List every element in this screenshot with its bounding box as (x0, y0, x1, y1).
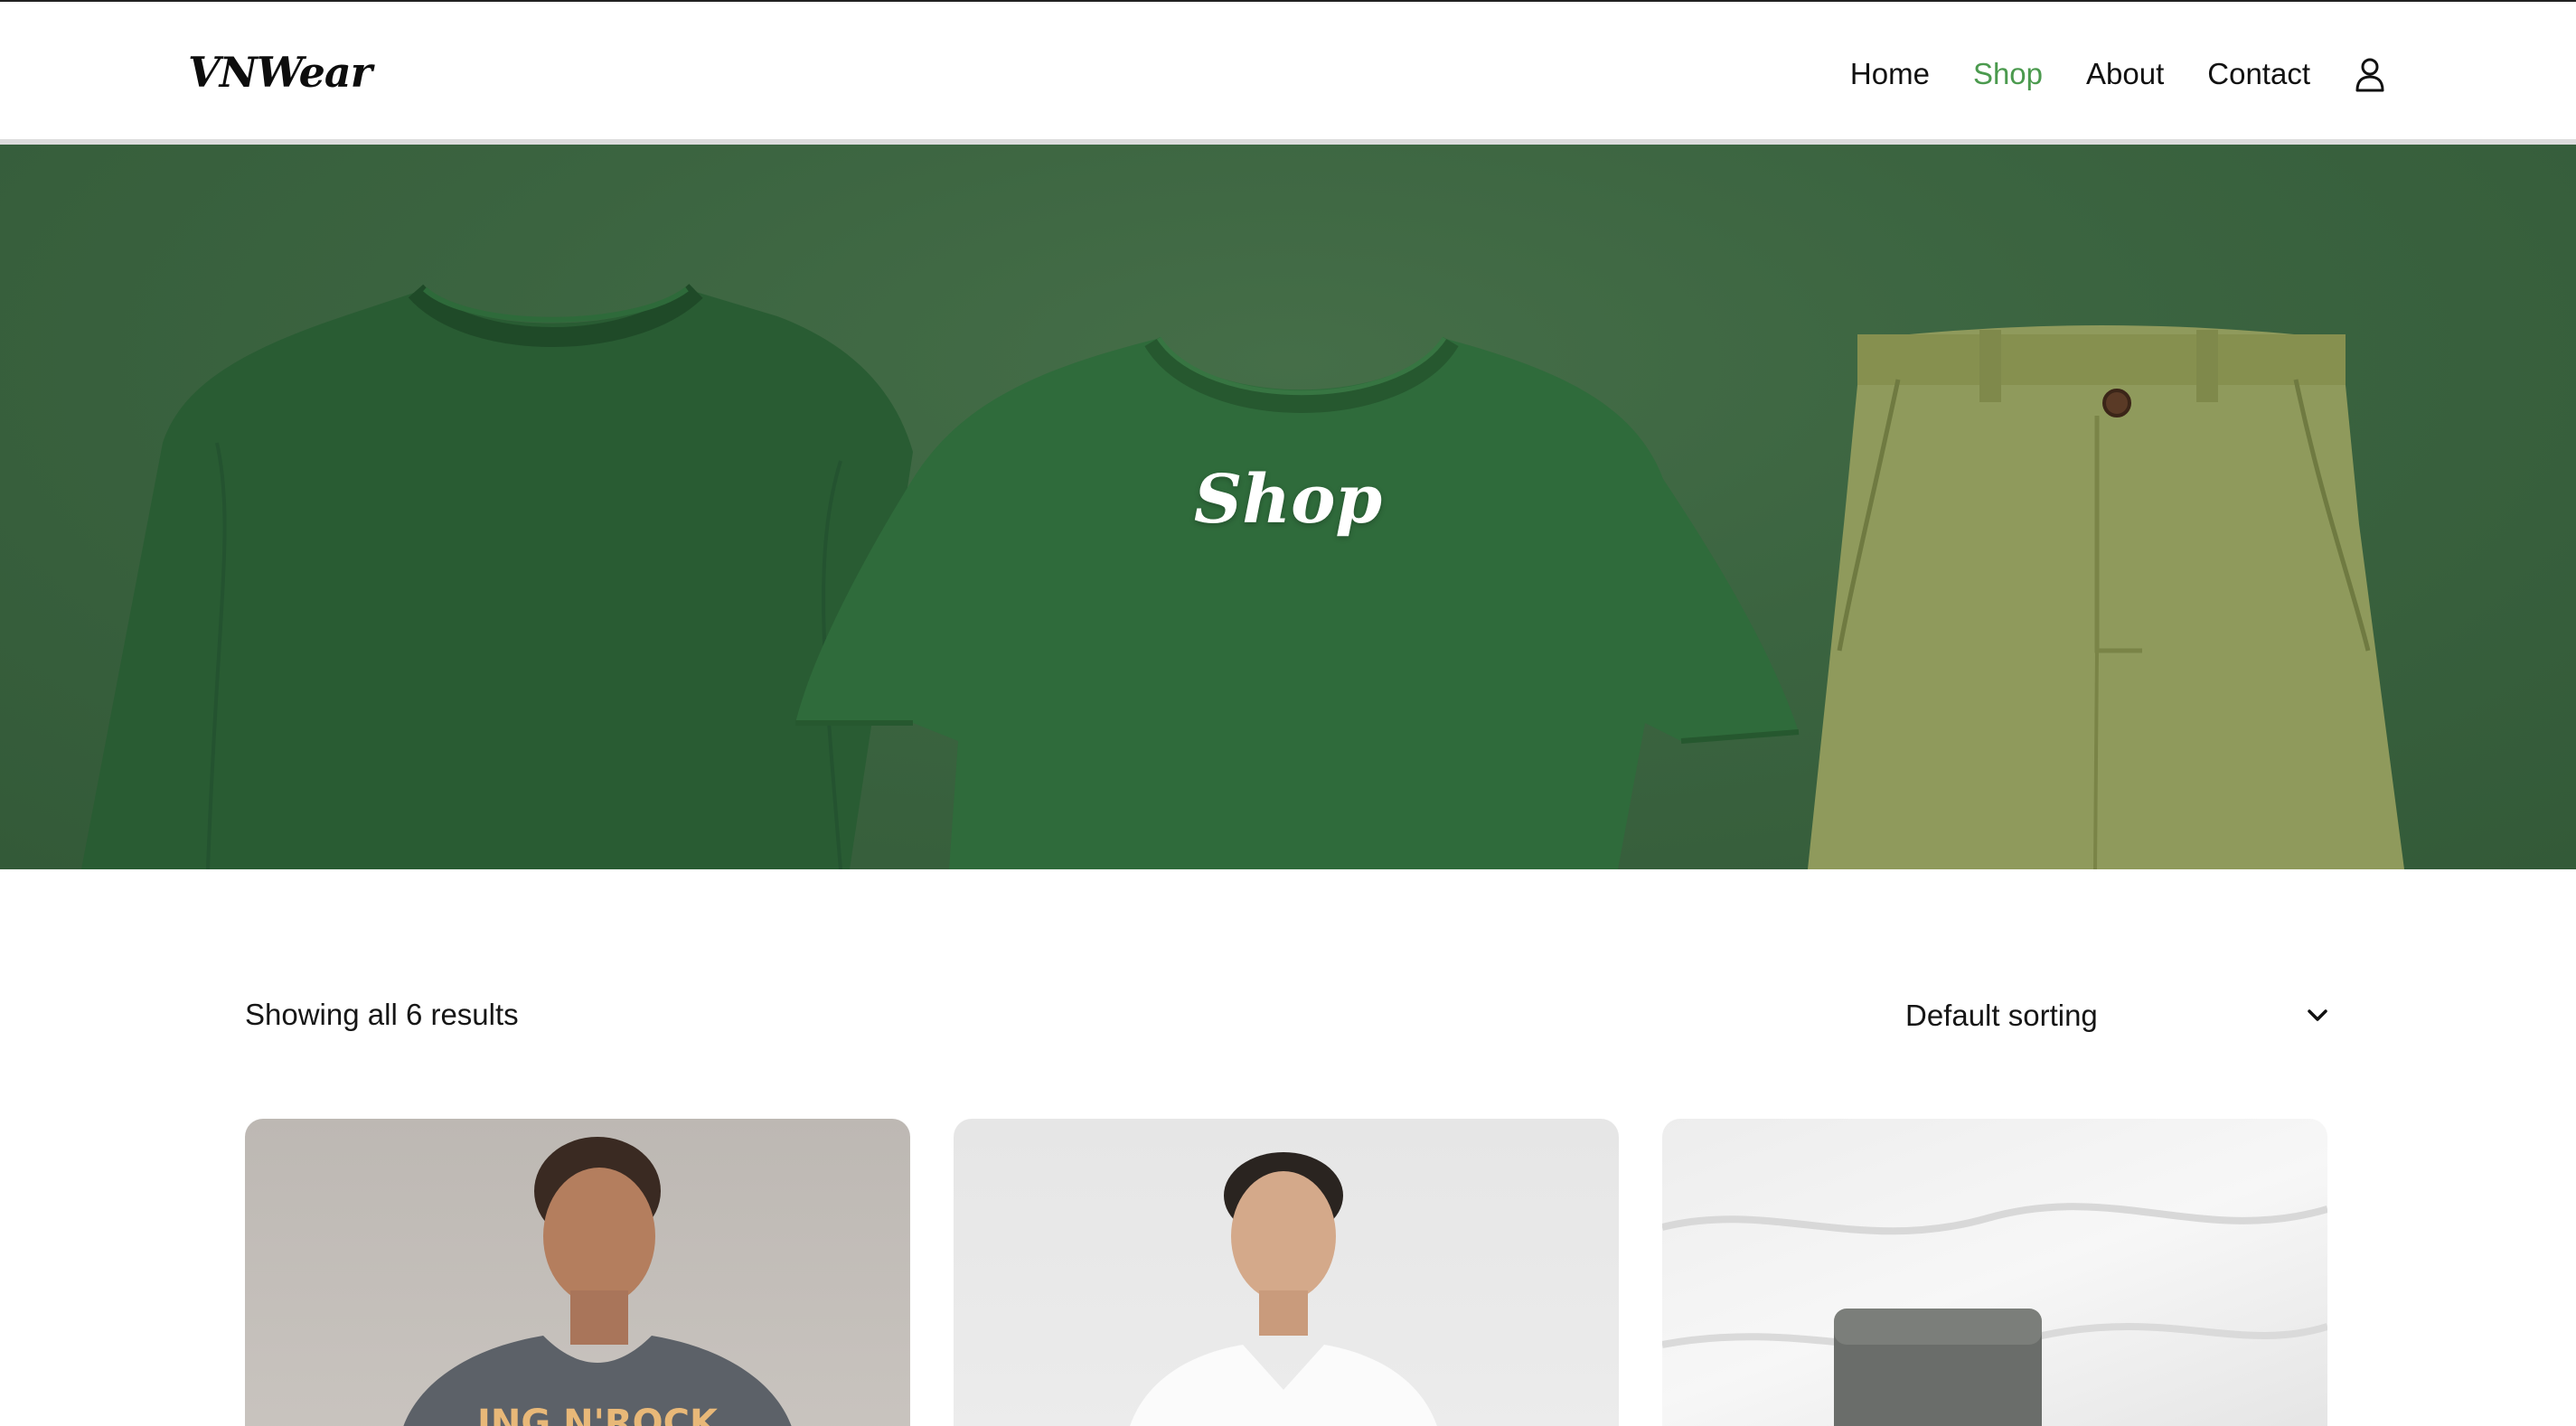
product-card[interactable] (1662, 1119, 2327, 1426)
product-card[interactable] (954, 1119, 1619, 1426)
product-card[interactable]: ING N'ROCK (245, 1119, 910, 1426)
shop-page: VNWear Home Shop About Contact Shop Show… (0, 0, 2576, 1426)
nav-shop-link[interactable]: Shop (1973, 57, 2043, 91)
hero-banner: Shop (0, 145, 2576, 869)
site-header: VNWear Home Shop About Contact (0, 0, 2576, 145)
svg-text:ING N'ROCK: ING N'ROCK (477, 1403, 719, 1426)
chevron-down-icon (2308, 1009, 2327, 1021)
hero-title: Shop (1193, 461, 1383, 539)
results-count: Showing all 6 results (245, 998, 519, 1031)
nav-about-link[interactable]: About (2086, 57, 2164, 91)
sort-select[interactable]: Default sorting (1905, 987, 2330, 1045)
khaki-trousers-image (1808, 325, 2404, 869)
main-nav: Home Shop About Contact (1850, 49, 2386, 99)
brand-logo[interactable]: VNWear (188, 45, 372, 99)
green-tshirt-image (795, 336, 1800, 869)
green-sweatshirt-image (81, 283, 913, 869)
sort-select-value: Default sorting (1905, 999, 2098, 1032)
user-icon[interactable] (2354, 56, 2386, 92)
product-image-knit-socks (1662, 1203, 2327, 1426)
product-image-white-vneck (1130, 1152, 1437, 1426)
nav-home-link[interactable]: Home (1850, 57, 1930, 91)
product-image-graphic-tee: ING N'ROCK (403, 1137, 792, 1426)
nav-contact-link[interactable]: Contact (2207, 57, 2310, 91)
